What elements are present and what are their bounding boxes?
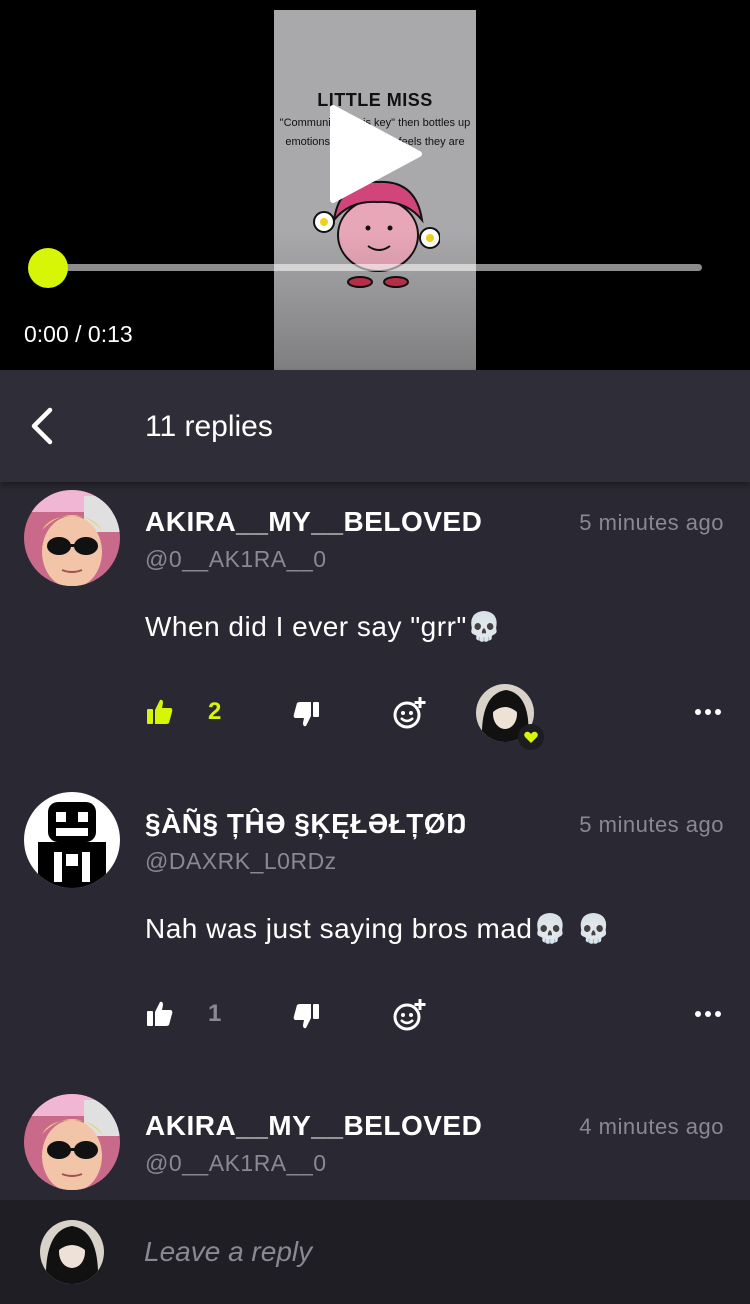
reply-composer [0,1200,750,1304]
user-avatar-image [24,1094,120,1190]
heart-reaction-badge [518,724,544,750]
heart-icon [524,731,538,743]
comment-timestamp: 5 minutes ago [579,510,724,535]
comment-timestamp: 4 minutes ago [579,1114,724,1139]
comment-author-name[interactable]: AKIRA__MY__BELOVED [145,1110,482,1142]
add-reaction-icon[interactable] [392,696,426,730]
thumbs-up-icon[interactable] [146,1000,174,1028]
my-avatar-image [40,1220,104,1284]
more-options-icon[interactable] [694,708,722,716]
more-options-icon[interactable] [694,1010,722,1018]
video-player[interactable]: LITTLE MISS "Communication is key" then … [0,0,750,370]
comment-author-name[interactable]: §ÀÑ§ ȚĤƏ §ĶĘŁƏŁȚØŊ [145,808,467,840]
seek-handle[interactable] [28,248,68,288]
reply-input[interactable] [144,1234,704,1270]
avatar[interactable] [24,1094,120,1190]
chevron-left-icon[interactable] [22,406,62,446]
thread-header: 11 replies [0,370,750,482]
add-reaction-icon[interactable] [392,998,426,1032]
comment-text: When did I ever say "grr"💀 [145,611,503,642]
play-icon[interactable] [325,104,425,204]
user-avatar-image [24,792,120,888]
comment-author-name[interactable]: AKIRA__MY__BELOVED [145,506,482,538]
comment-author-handle: @0__AK1RA__0 [145,546,327,572]
like-count: 1 [208,1000,222,1027]
seek-bar[interactable] [48,264,702,271]
comment-text: Nah was just saying bros mad💀 💀 [145,913,612,944]
replies-count-title: 11 replies [145,410,273,443]
comment-author-handle: @DAXRK_L0RDz [145,848,337,874]
thumbs-up-icon[interactable] [146,698,174,726]
thumbs-down-icon[interactable] [292,700,320,728]
like-count: 2 [208,698,222,725]
user-avatar-image [24,490,120,586]
avatar[interactable] [24,490,120,586]
comment-timestamp: 5 minutes ago [579,812,724,837]
avatar[interactable] [24,792,120,888]
playback-time: 0:00 / 0:13 [24,321,133,347]
thumbs-down-icon[interactable] [292,1002,320,1030]
avatar [40,1220,104,1284]
comment-author-handle: @0__AK1RA__0 [145,1150,327,1176]
